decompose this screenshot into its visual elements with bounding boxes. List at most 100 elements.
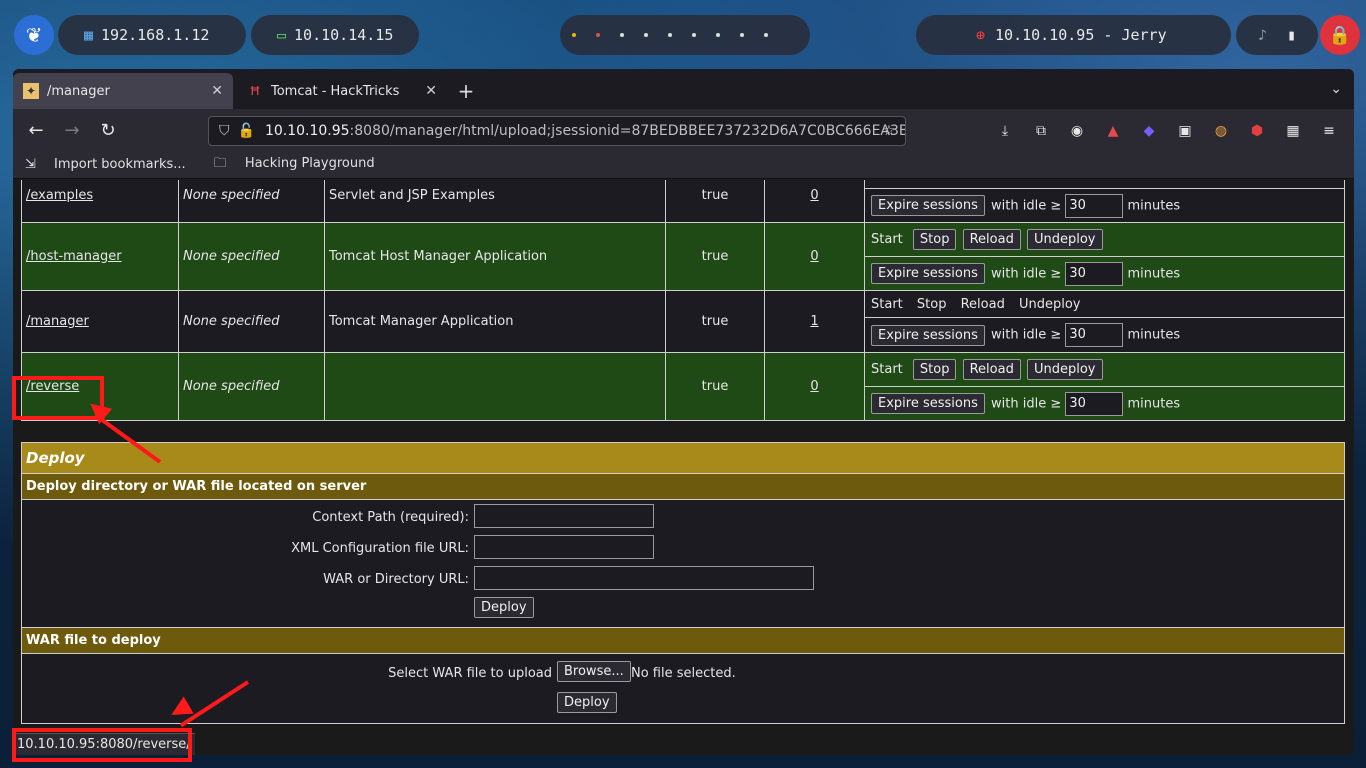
stop-button[interactable]: Stop xyxy=(912,359,957,380)
tab-label: Tomcat - HackTricks xyxy=(271,83,400,99)
local-ip-text: 192.168.1.12 xyxy=(101,26,210,44)
app-running: true xyxy=(665,352,765,421)
deploy-server-button[interactable]: Deploy xyxy=(474,597,534,618)
url-path: :8080/manager/html/upload;jsessionid=87B… xyxy=(349,123,906,139)
shield-icon: ⛉ xyxy=(219,123,230,139)
menu-hamburger-icon[interactable]: ≡ xyxy=(1319,121,1339,141)
import-icon: ⇲ xyxy=(25,157,41,172)
idle-input[interactable]: 30 xyxy=(1065,261,1124,286)
downloads-icon[interactable]: ⤓ xyxy=(995,121,1015,141)
expire-cell: Expire sessions with idle ≥ 30 minutes xyxy=(864,386,1345,421)
expire-sessions-button[interactable]: Expire sessions xyxy=(871,263,985,284)
app-sessions-link[interactable]: 0 xyxy=(810,379,818,394)
context-path-label: Context Path (required): xyxy=(312,510,469,525)
stop-button[interactable]: Stop xyxy=(912,229,957,250)
system-tray[interactable]: ♪ ▮ xyxy=(1236,15,1318,55)
battery-icon: ▮ xyxy=(1287,26,1297,44)
stop-label: Stop xyxy=(916,296,947,312)
close-tab-icon[interactable]: ✕ xyxy=(425,83,437,99)
war-url-label: WAR or Directory URL: xyxy=(323,572,469,587)
folder-icon: 🗀 xyxy=(213,155,231,171)
url-host: 10.10.10.95 xyxy=(264,123,350,139)
extension-bowl-icon[interactable]: ◍ xyxy=(1211,121,1231,141)
reload-button[interactable]: ↻ xyxy=(93,115,123,145)
close-tab-icon[interactable]: ✕ xyxy=(211,83,223,99)
network-icon: ▦ xyxy=(84,26,94,44)
table-row: /examples None specified Servlet and JSP… xyxy=(21,180,1345,223)
extension-cookie-icon[interactable]: ▣ xyxy=(1175,121,1195,141)
server-deploy-heading: Deploy directory or WAR file located on … xyxy=(22,473,1344,499)
bookmark-import[interactable]: ⇲ Import bookmarks... xyxy=(25,157,200,172)
app-commands xyxy=(864,180,1345,189)
idle-input[interactable]: 30 xyxy=(1065,323,1124,348)
server-deploy-form: Context Path (required): XML Configurati… xyxy=(22,499,1344,627)
reload-label: Reload xyxy=(960,296,1005,312)
laptop-icon: ▭ xyxy=(277,26,287,44)
page-content: /examples None specified Servlet and JSP… xyxy=(13,180,1354,755)
tab-hacktricks[interactable]: Ħ Tomcat - HackTricks ✕ xyxy=(237,73,447,109)
context-path-input[interactable] xyxy=(474,504,654,528)
kali-menu-button[interactable]: ❦ xyxy=(14,15,54,55)
deploy-panel: Deploy Deploy directory or WAR file loca… xyxy=(21,442,1345,724)
expire-cell: Expire sessions with idle ≥ 30 minutes xyxy=(864,317,1345,353)
vpn-ip-text: 10.10.14.15 xyxy=(294,26,394,44)
target-pill[interactable]: ⊕ 10.10.10.95 - Jerry xyxy=(916,15,1231,55)
idle-input[interactable]: 30 xyxy=(1065,193,1124,218)
start-label: Start xyxy=(871,362,903,377)
workspace-indicator[interactable] xyxy=(560,15,810,55)
extension-owl-icon[interactable]: ◉ xyxy=(1067,121,1087,141)
lock-icon: 🔒 xyxy=(1328,24,1352,46)
extension-hat-icon[interactable]: ▲ xyxy=(1103,121,1123,141)
bookmark-folder[interactable]: 🗀 Hacking Playground xyxy=(214,154,389,176)
app-path-link[interactable]: /manager xyxy=(26,314,89,329)
war-url-input[interactable] xyxy=(474,566,814,590)
undeploy-button[interactable]: Undeploy xyxy=(1026,359,1103,380)
app-display-name xyxy=(324,352,666,421)
app-running: true xyxy=(665,222,765,291)
new-tab-button[interactable]: + xyxy=(451,73,481,109)
local-ip-pill[interactable]: ▦ 192.168.1.12 xyxy=(58,15,246,55)
tab-strip: ✦ /manager ✕ Ħ Tomcat - HackTricks ✕ + ⌄ xyxy=(13,69,1354,109)
app-path-link[interactable]: /examples xyxy=(26,188,93,203)
app-commands: Start Stop Reload Undeploy xyxy=(864,222,1345,257)
expire-sessions-button[interactable]: Expire sessions xyxy=(871,393,985,414)
no-file-text: No file selected. xyxy=(631,666,736,681)
start-label: Start xyxy=(871,296,903,312)
deploy-war-button[interactable]: Deploy xyxy=(557,692,617,713)
back-button[interactable]: ← xyxy=(21,115,51,145)
mute-icon: ♪ xyxy=(1258,26,1268,44)
power-button[interactable]: 🔒 xyxy=(1320,15,1360,55)
xml-config-input[interactable] xyxy=(474,535,654,559)
insecure-lock-icon: 🔓 xyxy=(237,123,255,139)
vpn-ip-pill[interactable]: ▭ 10.10.14.15 xyxy=(251,15,419,55)
forward-button[interactable]: → xyxy=(57,115,87,145)
undeploy-button[interactable]: Undeploy xyxy=(1026,229,1103,250)
app-version: None specified xyxy=(178,180,325,223)
extensions-icon[interactable]: ⧉ xyxy=(1031,121,1051,141)
url-bar[interactable]: ⛉ 🔓 10.10.10.95:8080/manager/html/upload… xyxy=(208,116,906,146)
app-display-name: Tomcat Host Manager Application xyxy=(324,222,666,291)
reload-app-button[interactable]: Reload xyxy=(962,229,1021,250)
app-sessions-link[interactable]: 0 xyxy=(810,188,818,203)
browse-button[interactable]: Browse... xyxy=(557,661,631,682)
app-path-link[interactable]: /host-manager xyxy=(26,249,122,264)
qr-code-icon[interactable]: ▦ xyxy=(1283,121,1303,141)
app-sessions-link[interactable]: 1 xyxy=(810,314,818,329)
extension-gem-icon[interactable]: ◆ xyxy=(1139,121,1159,141)
reload-app-button[interactable]: Reload xyxy=(962,359,1021,380)
undeploy-label: Undeploy xyxy=(1018,296,1081,312)
app-display-name: Tomcat Manager Application xyxy=(324,290,666,353)
expire-sessions-button[interactable]: Expire sessions xyxy=(871,324,985,346)
ublock-icon[interactable]: ⬢ xyxy=(1247,121,1267,141)
table-row: /host-manager None specified Tomcat Host… xyxy=(21,222,1345,291)
xml-config-label: XML Configuration file URL: xyxy=(291,541,469,556)
expire-sessions-button[interactable]: Expire sessions xyxy=(871,195,985,216)
app-sessions-link[interactable]: 0 xyxy=(810,249,818,264)
tab-manager[interactable]: ✦ /manager ✕ xyxy=(13,73,233,109)
app-commands: Start Stop Reload Undeploy xyxy=(864,289,1345,319)
bookmark-star-icon[interactable]: ☆ xyxy=(879,121,899,141)
app-running: true xyxy=(665,290,765,353)
idle-input[interactable]: 30 xyxy=(1065,391,1124,416)
select-war-label: Select WAR file to upload xyxy=(388,666,552,681)
tab-list-chevron-icon[interactable]: ⌄ xyxy=(1330,81,1342,97)
